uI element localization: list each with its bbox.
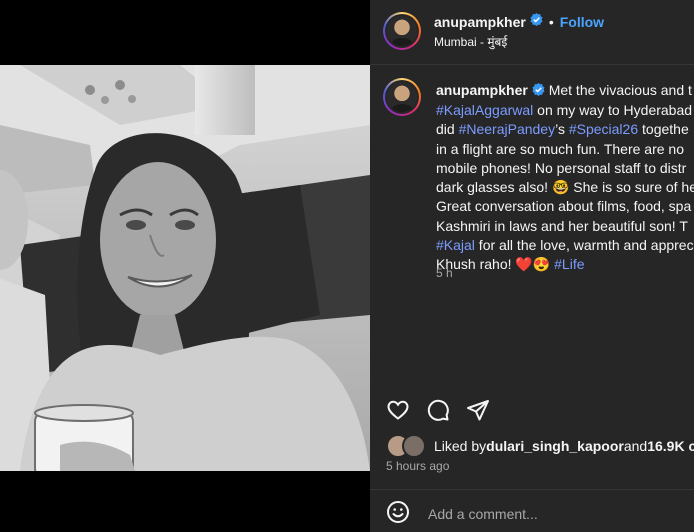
liker-avatar xyxy=(402,434,426,458)
hashtag-link[interactable]: #NeerajPandey xyxy=(459,121,556,137)
follow-button[interactable]: Follow xyxy=(560,14,604,30)
likes-middle: and xyxy=(623,438,648,454)
caption-line: in a flight are so much fun. There are n… xyxy=(436,140,684,157)
caption-avatar[interactable] xyxy=(383,78,421,116)
header-separator: • xyxy=(548,14,554,30)
caption-line: dark glasses also! 🤓 She is so sure of h… xyxy=(436,179,694,196)
caption-text: togethe xyxy=(638,121,689,138)
hashtag-link[interactable]: #Kajal xyxy=(436,237,475,253)
comment-icon[interactable] xyxy=(426,398,450,422)
header-divider xyxy=(370,64,694,65)
author-username[interactable]: anupampkher xyxy=(434,14,526,30)
hashtag-link[interactable]: #KajalAggarwal xyxy=(436,102,533,118)
heart-icon[interactable] xyxy=(386,398,410,422)
hashtag-link[interactable]: #Special26 xyxy=(569,121,638,137)
caption-line: anupampkher Met the vivacious and t xyxy=(436,81,694,101)
post-location[interactable]: Mumbai - मुंबई xyxy=(434,33,507,50)
verified-badge-icon xyxy=(532,82,545,101)
action-bar xyxy=(386,398,490,422)
avatar-image xyxy=(387,82,417,112)
post-header: anupampkher • Follow Mumbai - मुंबई xyxy=(370,0,694,64)
photo-illustration xyxy=(0,65,370,471)
caption-line: Great conversation about films, food, sp… xyxy=(436,198,692,215)
caption-line: Kashmiri in laws and her beautiful son! … xyxy=(436,217,688,234)
caption-timestamp[interactable]: 5 h xyxy=(436,266,453,280)
comment-input[interactable] xyxy=(426,505,680,523)
comment-divider xyxy=(370,489,694,490)
caption-username[interactable]: anupampkher xyxy=(436,82,528,98)
author-avatar[interactable] xyxy=(383,12,421,50)
caption-text: on my way to Hyderabad xyxy=(533,101,693,118)
caption-text: Met the vivacious and t xyxy=(548,82,692,98)
likes-summary: Liked by dulari_singh_kapoor and 16.9K c xyxy=(386,434,694,458)
verified-badge-icon xyxy=(530,13,543,31)
comment-bar xyxy=(386,500,680,528)
caption-line: #KajalAggarwal on my way to Hyderabad xyxy=(436,101,694,120)
avatar-image xyxy=(387,16,417,46)
liker-username[interactable]: dulari_singh_kapoor xyxy=(486,438,624,454)
post-media xyxy=(0,0,370,532)
post-photo[interactable] xyxy=(0,65,370,471)
hashtag-link[interactable]: #Life xyxy=(554,256,584,272)
header-row: anupampkher • Follow xyxy=(434,13,604,31)
share-icon[interactable] xyxy=(466,398,490,422)
caption-line: Khush raho! ❤️😍 #Life xyxy=(436,255,694,274)
caption-line: did #NeerajPandey’s #Special26 togethe xyxy=(436,120,694,139)
likes-count[interactable]: 16.9K c xyxy=(647,438,694,454)
post-caption: anupampkher Met the vivacious and t #Kaj… xyxy=(436,81,694,275)
caption-text: Khush raho! ❤️😍 xyxy=(436,256,555,273)
caption-text: did xyxy=(436,121,459,138)
emoji-icon[interactable] xyxy=(386,500,410,529)
caption-text: for all the love, warmth and apprec xyxy=(474,237,694,254)
caption-line: mobile phones! No personal staff to dist… xyxy=(436,159,687,176)
post-time-ago[interactable]: 5 hours ago xyxy=(386,459,449,473)
likes-prefix: Liked by xyxy=(434,438,487,454)
caption-text: ’s xyxy=(555,121,569,138)
post-side-panel: anupampkher • Follow Mumbai - मुंबई anup… xyxy=(370,0,694,532)
caption-line: #Kajal for all the love, warmth and appr… xyxy=(436,236,694,255)
